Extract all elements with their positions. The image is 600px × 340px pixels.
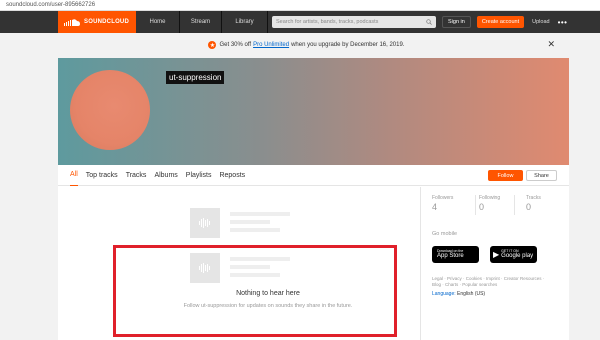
profile-header: ut-suppression (58, 58, 569, 165)
google-play-badge[interactable]: ▶ GET IT ON Google play (490, 246, 537, 263)
waveform-icon (190, 208, 220, 238)
go-mobile-heading: Go mobile (432, 231, 458, 237)
follow-label: Follow (497, 172, 514, 179)
stat-label: Followers (432, 195, 454, 201)
google-play-big: Google play (501, 253, 534, 260)
create-account-button[interactable]: Create account (476, 16, 525, 28)
nav-stream[interactable]: Stream (180, 11, 222, 33)
stat-divider (514, 195, 515, 215)
tab-all[interactable]: All (70, 165, 78, 186)
more-menu-icon[interactable]: ••• (558, 18, 568, 27)
stat-label: Following (479, 195, 501, 201)
tab-playlists[interactable]: Playlists (186, 165, 212, 186)
upload-link[interactable]: Upload (532, 19, 549, 25)
soundcloud-logo[interactable]: SOUNDCLOUD (58, 11, 136, 33)
tab-reposts[interactable]: Reposts (219, 165, 245, 186)
pro-unlimited-link[interactable]: Pro Unlimited (253, 42, 289, 48)
app-store-big: App Store (437, 253, 464, 260)
language-value: English (US) (457, 291, 486, 297)
promo-text-after: when you upgrade by December 16, 2019. (291, 42, 405, 48)
play-icon: ▶ (493, 250, 500, 259)
stat-label: Tracks (526, 195, 541, 201)
nav-library[interactable]: Library (222, 11, 268, 33)
profile-stats: Followers 4 Following 0 Tracks 0 (432, 195, 573, 212)
search-icon[interactable] (426, 19, 432, 25)
search-placeholder: Search for artists, bands, tracks, podca… (276, 19, 379, 25)
stat-followers[interactable]: Followers 4 (432, 195, 479, 212)
placeholder-track (190, 208, 293, 240)
sidebar-divider (420, 187, 421, 340)
top-navigation: SOUNDCLOUD Home Stream Library Search fo… (0, 11, 600, 33)
tab-tracks[interactable]: Tracks (126, 165, 147, 186)
logo-text: SOUNDCLOUD (84, 19, 129, 25)
share-button[interactable]: Share (526, 170, 557, 181)
profile-username: ut-suppression (166, 71, 225, 84)
star-badge-icon: ★ (208, 41, 217, 49)
close-icon[interactable]: ✕ (547, 39, 555, 50)
nav-home[interactable]: Home (136, 11, 180, 33)
app-store-badge[interactable]: Download on the App Store (432, 246, 479, 263)
sign-in-button[interactable]: Sign in (442, 16, 471, 28)
stat-following[interactable]: Following 0 (479, 195, 526, 212)
stat-value: 0 (479, 202, 485, 212)
stat-value: 0 (526, 202, 532, 212)
stat-divider (475, 195, 476, 215)
browser-url[interactable]: soundcloud.com/user-895662726 (0, 0, 600, 11)
avatar[interactable] (70, 70, 150, 150)
stat-value: 4 (432, 202, 438, 212)
promo-banner: ★ Get 30% off Pro Unlimited when you upg… (58, 36, 555, 54)
tab-top-tracks[interactable]: Top tracks (86, 165, 118, 186)
stat-tracks[interactable]: Tracks 0 (526, 195, 573, 212)
search-input[interactable]: Search for artists, bands, tracks, podca… (272, 16, 436, 28)
language-selector[interactable]: Language: English (US) (432, 291, 485, 297)
footer-links[interactable]: Legal · Privacy · Cookies · Imprint · Cr… (432, 276, 552, 288)
cloud-icon (64, 18, 80, 26)
language-label: Language: (432, 291, 456, 297)
tab-albums[interactable]: Albums (154, 165, 177, 186)
highlight-box (113, 245, 397, 337)
follow-button[interactable]: Follow (488, 170, 523, 181)
promo-text-before: Get 30% off (219, 42, 252, 48)
share-label: Share (534, 172, 549, 179)
